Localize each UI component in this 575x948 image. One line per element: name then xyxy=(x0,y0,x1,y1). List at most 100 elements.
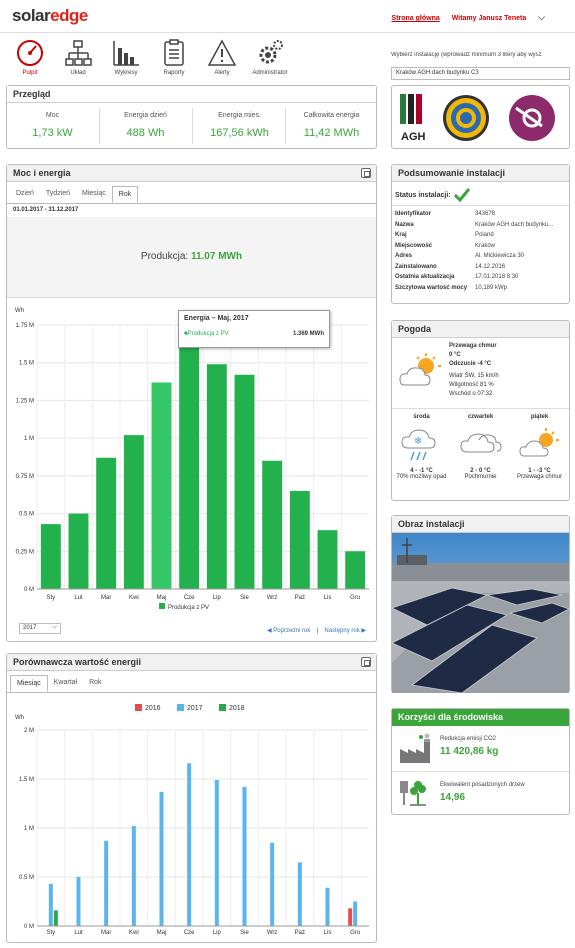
y-axis-label: Wh xyxy=(15,715,24,721)
trees-value: 14,96 xyxy=(440,792,466,803)
nav-admin[interactable]: Administrator xyxy=(246,38,294,82)
bar xyxy=(345,551,366,589)
power-stat: Moc 1,73 kW xyxy=(32,112,73,139)
tab-year[interactable]: Rok xyxy=(83,675,107,692)
x-tick-label: Paź xyxy=(295,930,305,936)
layout-icon xyxy=(65,40,92,66)
x-tick-label: Maj xyxy=(157,930,167,936)
x-tick-label: Kwi xyxy=(129,595,139,601)
nav-dashboard[interactable]: Pulpit xyxy=(6,38,54,82)
x-tick-label: Wrz xyxy=(267,595,278,601)
bar xyxy=(53,910,58,926)
summary-table: Identyfikator 343678 Nazwa Kraków AGH dach … xyxy=(395,209,568,293)
bar xyxy=(159,791,164,926)
tab-month[interactable]: Miesiąc xyxy=(10,675,48,692)
x-tick-label: Sty xyxy=(46,930,55,936)
forecast-day: piątek 1 - -3 °C Przewaga chmur xyxy=(516,414,563,480)
tooltip: Energia – Maj, 2017 ■Produkcja z PV 1.36… xyxy=(178,310,330,348)
comparison-chart: 2016 2017 2018 Wh 0 M 0.5 M 1 M 1.5 M 2 M Sty Lut M… xyxy=(15,704,369,936)
next-year-link[interactable]: Następny rok ▶ xyxy=(324,628,366,634)
rain-snow-icon: ❄ xyxy=(400,429,436,461)
factory-icon xyxy=(400,733,430,763)
y-tick-label: 0.75 M xyxy=(16,474,34,480)
bar xyxy=(68,513,89,589)
x-tick-label: Mar xyxy=(101,595,111,601)
summary-key: Adres xyxy=(395,253,413,259)
summary-value: 10,189 kWp xyxy=(475,284,508,291)
top-bar: solaredge Strona główna Witamy Janusz Te… xyxy=(0,0,575,33)
summary-row: Adres Al. Mickiewicza 30 xyxy=(395,251,568,262)
home-link[interactable]: Strona główna xyxy=(392,15,440,22)
y-tick-label: 0.5 M xyxy=(19,875,34,881)
y-tick-label: 2 M xyxy=(24,728,34,734)
comparative-energy-title: Porównawcza wartość energii xyxy=(7,654,376,671)
bar xyxy=(262,460,283,589)
export-icon[interactable] xyxy=(361,657,371,667)
club-logo xyxy=(509,95,555,141)
summary-value: 14.12.2016 xyxy=(475,263,506,270)
chevron-down-icon[interactable]: ⌵ xyxy=(538,12,545,22)
co2-label: Redukcja emisji CO2 xyxy=(440,736,497,742)
x-tick-label: Cze xyxy=(184,595,195,601)
x-tick-label: Sty xyxy=(46,595,55,601)
legend-label: 2016 xyxy=(145,705,161,712)
bar xyxy=(40,524,61,589)
bar xyxy=(348,908,353,926)
admin-icon xyxy=(259,40,283,64)
summary-key: Nazwa xyxy=(395,221,414,228)
welcome-text[interactable]: Witamy Janusz Teneta xyxy=(452,15,527,22)
month-energy-stat: Energia mies. 167,56 kWh xyxy=(210,112,269,139)
bar xyxy=(214,779,219,926)
bar xyxy=(353,901,358,926)
tab-quarter[interactable]: Kwartał xyxy=(48,675,83,692)
dashboard-icon xyxy=(17,40,43,66)
legend-label: 2017 xyxy=(187,705,203,712)
x-tick-label: Wrz xyxy=(267,930,278,936)
legend-label: Produkcja z PV xyxy=(168,605,209,611)
bar xyxy=(151,382,172,589)
nav-separator: | xyxy=(316,628,319,634)
power-energy-title: Moc i energia xyxy=(7,165,376,182)
nav-reports[interactable]: Raporty xyxy=(150,38,198,82)
bar xyxy=(234,374,255,589)
year-select[interactable]: 2017 ⌵ xyxy=(19,623,61,634)
site-select-input[interactable]: Kraków AGH dach budynku C3 xyxy=(391,67,570,80)
summary-row: Identyfikator 343678 xyxy=(395,209,568,220)
bar xyxy=(104,840,109,926)
bar xyxy=(242,786,247,926)
installation-photo[interactable] xyxy=(392,533,569,693)
x-tick-label: Gru xyxy=(350,930,360,936)
partly-cloudy-icon xyxy=(399,353,441,386)
prev-year-link[interactable]: ◀ Poprzedni rok xyxy=(267,628,310,634)
x-tick-label: Cze xyxy=(184,930,195,936)
y-tick-label: 0.5 M xyxy=(19,512,34,518)
tab-week[interactable]: Tydzień xyxy=(40,186,76,203)
solaredge-logo[interactable]: solaredge xyxy=(12,6,88,26)
y-tick-label: 1.25 M xyxy=(16,398,34,404)
tab-day[interactable]: Dzień xyxy=(10,186,40,203)
bar xyxy=(48,883,53,926)
site-select-hint: Wybierz instalację (wprowadź minimum 3 l… xyxy=(391,52,542,58)
weather-now: Przewaga chmur 0 °C Odczucie -4 °C Wiatr… xyxy=(449,343,499,397)
nav-charts[interactable]: Wykresy xyxy=(102,38,150,82)
bar xyxy=(76,877,81,926)
tab-month[interactable]: Miesiąc xyxy=(76,186,112,203)
y-tick-label: 1 M xyxy=(24,436,34,442)
chevron-down-icon: ⌵ xyxy=(52,624,57,630)
nav-alerts[interactable]: Alerty xyxy=(198,38,246,82)
bar xyxy=(270,842,275,926)
bar xyxy=(96,457,117,589)
summary-key: Kraj xyxy=(395,232,407,238)
x-tick-label: Gru xyxy=(350,595,360,601)
tree-icon xyxy=(400,781,426,806)
export-icon[interactable] xyxy=(361,168,371,178)
nav-layout[interactable]: Układ xyxy=(54,38,102,82)
agh-logo: AGH xyxy=(400,94,426,143)
summary-row: Szczytowa wartość mocy 10,189 kWp xyxy=(395,283,568,294)
tab-year[interactable]: Rok xyxy=(111,186,139,203)
cloudy-icon xyxy=(459,433,502,453)
summary-key: Miejscowość xyxy=(395,242,433,249)
y-tick-label: 1.5 M xyxy=(19,361,34,367)
summary-title: Podsumowanie instalacji xyxy=(392,165,569,182)
summary-row: Miejscowość Kraków xyxy=(395,241,568,252)
